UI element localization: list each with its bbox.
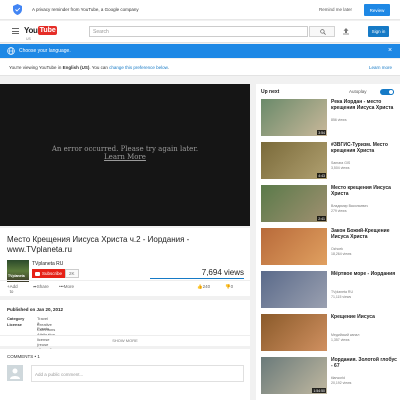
recommended-channel: tilarworld [331,376,346,380]
globe-icon [7,47,15,55]
recommended-title[interactable]: Река Иордан - место крещения Иисуса Хрис… [331,99,397,111]
video-thumbnail[interactable] [261,314,327,351]
video-duration: 2:41 [317,216,326,221]
menu-icon[interactable] [12,28,19,34]
language-info-text: You're viewing YouTube in English (US). … [9,65,169,70]
recommended-title[interactable]: Мёртвое море - Иордания [331,271,397,277]
privacy-reminder-bar: A privacy reminder from YouTube, a Googl… [0,0,400,20]
sign-in-button[interactable]: Sign in [368,26,389,37]
views-bar [150,278,244,279]
video-thumbnail[interactable]: 3:54 [261,99,327,136]
related-sidebar: Up next Autoplay 3:54 Река Иордан - место… [256,84,400,400]
video-thumbnail[interactable]: 2:41 [261,185,327,222]
recommended-channel: TVplaneta RU [331,290,353,294]
shield-icon [13,4,22,15]
recommended-video[interactable]: Крещение Иисуса Медийский канал 1,357 view… [261,314,397,352]
recommended-views: 20,192 views [331,381,352,385]
search-button[interactable] [309,26,335,37]
recommended-views: 279 views [331,209,347,213]
video-duration: 3:54 [317,130,326,135]
user-avatar [7,365,23,381]
language-bar: Choose your language. × [0,44,400,58]
comments-header: COMMENTS • 1 [7,354,40,359]
video-info-card: Место Крещения Иисуса Христа ч.2 - Иорда… [0,228,250,296]
recommended-title[interactable]: Иордания. Золотой глобус - 67 [331,357,397,369]
video-thumbnail[interactable] [261,271,327,308]
change-preference-link[interactable]: change this preference below [109,65,168,70]
video-player[interactable]: An error occurred. Please try again late… [0,84,250,226]
recommended-video[interactable]: 4:43 #ЗВГИС-Туризм. Место крещения Христа… [261,142,397,180]
channel-avatar[interactable]: TVplaneta [7,260,29,282]
youtube-play-icon [35,271,40,276]
recommended-channel: Медийский канал [331,333,360,337]
add-to-button[interactable]: + Add to [7,284,18,294]
youtube-logo[interactable]: You Tube [24,25,58,36]
recommended-title[interactable]: Закон Божий-Крещение Иисуса Христа [331,228,397,240]
autoplay-label: Autoplay [349,89,367,94]
language-bar-text: Choose your language. [19,48,71,54]
dislike-button[interactable]: 👎 0 [225,284,233,290]
language-info-bar: You're viewing YouTube in English (US). … [0,59,400,76]
recommended-views: 1,357 views [331,338,350,342]
comment-input[interactable]: Add a public comment... [31,365,244,382]
autoplay-toggle[interactable] [380,89,394,95]
recommended-channel: Владимир Васильевич [331,204,369,208]
like-button[interactable]: 👍 240 [197,284,210,290]
subscribe-group: Subscribe 2K [32,269,79,278]
player-learn-more-link[interactable]: Learn More [0,153,250,161]
show-more-button[interactable]: SHOW MORE [0,335,250,343]
recommended-video[interactable]: 3:54 Река Иордан - место крещения Иисуса … [261,99,397,137]
remind-later-link[interactable]: Remind me later [319,7,352,12]
divider [0,280,250,281]
share-button[interactable]: ➦ Share [33,284,49,290]
search-input[interactable]: Search [89,26,308,37]
published-date: Published on Jan 20, 2012 [7,307,64,312]
video-thumbnail[interactable]: 1:54:50 [261,357,327,394]
video-thumbnail[interactable]: 4:43 [261,142,327,179]
recommended-video[interactable]: 1:54:50 Иордания. Золотой глобус - 67 tila… [261,357,397,395]
recommended-video[interactable]: Закон Божий-Крещение Иисуса Христа Ozhoek… [261,228,397,266]
description-card: Published on Jan 20, 2012 Category Trave… [0,300,250,352]
user-icon [10,368,20,379]
video-duration: 4:43 [317,173,326,178]
up-next-heading: Up next [261,89,280,95]
upload-icon[interactable] [342,27,350,35]
recommended-views: 856 views [331,118,347,122]
license-label: License [7,322,22,327]
masthead: You Tube US Search Sign in [0,21,400,43]
search-icon [320,29,326,35]
close-icon[interactable]: × [388,47,392,54]
error-message: An error occurred. Please try again late… [51,145,199,153]
recommended-video[interactable]: Мёртвое море - Иордания TVplaneta RU 71,11… [261,271,397,309]
recommended-title[interactable]: #ЗВГИС-Туризм. Место крещения Христа [331,142,397,154]
video-duration: 1:54:50 [312,388,326,393]
comments-card: COMMENTS • 1 Add a public comment... [0,349,250,400]
view-count: 7,694 views [201,268,244,277]
country-code: US [26,37,31,41]
recommended-video[interactable]: 2:41 Место крещения Иисуса Христа Владимир… [261,185,397,223]
video-thumbnail[interactable] [261,228,327,265]
recommended-channel: Ozhoek [331,247,344,251]
recommended-views: 3,504 views [331,166,350,170]
avatar-text: TVplaneta [8,274,25,278]
learn-more-link[interactable]: Learn more [369,65,392,70]
recommended-title[interactable]: Место крещения Иисуса Христа [331,185,397,197]
video-title: Место Крещения Иисуса Христа ч.2 - Иорда… [7,235,190,254]
category-label: Category [7,316,25,321]
review-button[interactable]: Review [364,4,390,16]
subscriber-count: 2K [65,269,79,278]
channel-name[interactable]: TVplaneta RU [32,261,63,267]
recommended-views: 18,264 views [331,252,352,256]
recommended-views: 71,115 views [331,295,352,299]
player-error: An error occurred. Please try again late… [0,145,250,161]
recommended-channel: Samara GIS [331,161,351,165]
recommended-title[interactable]: Крещение Иисуса [331,314,397,320]
subscribe-button[interactable]: Subscribe [32,269,66,278]
more-button[interactable]: ••• More [59,284,74,289]
privacy-text: A privacy reminder from YouTube, a Googl… [32,7,139,12]
